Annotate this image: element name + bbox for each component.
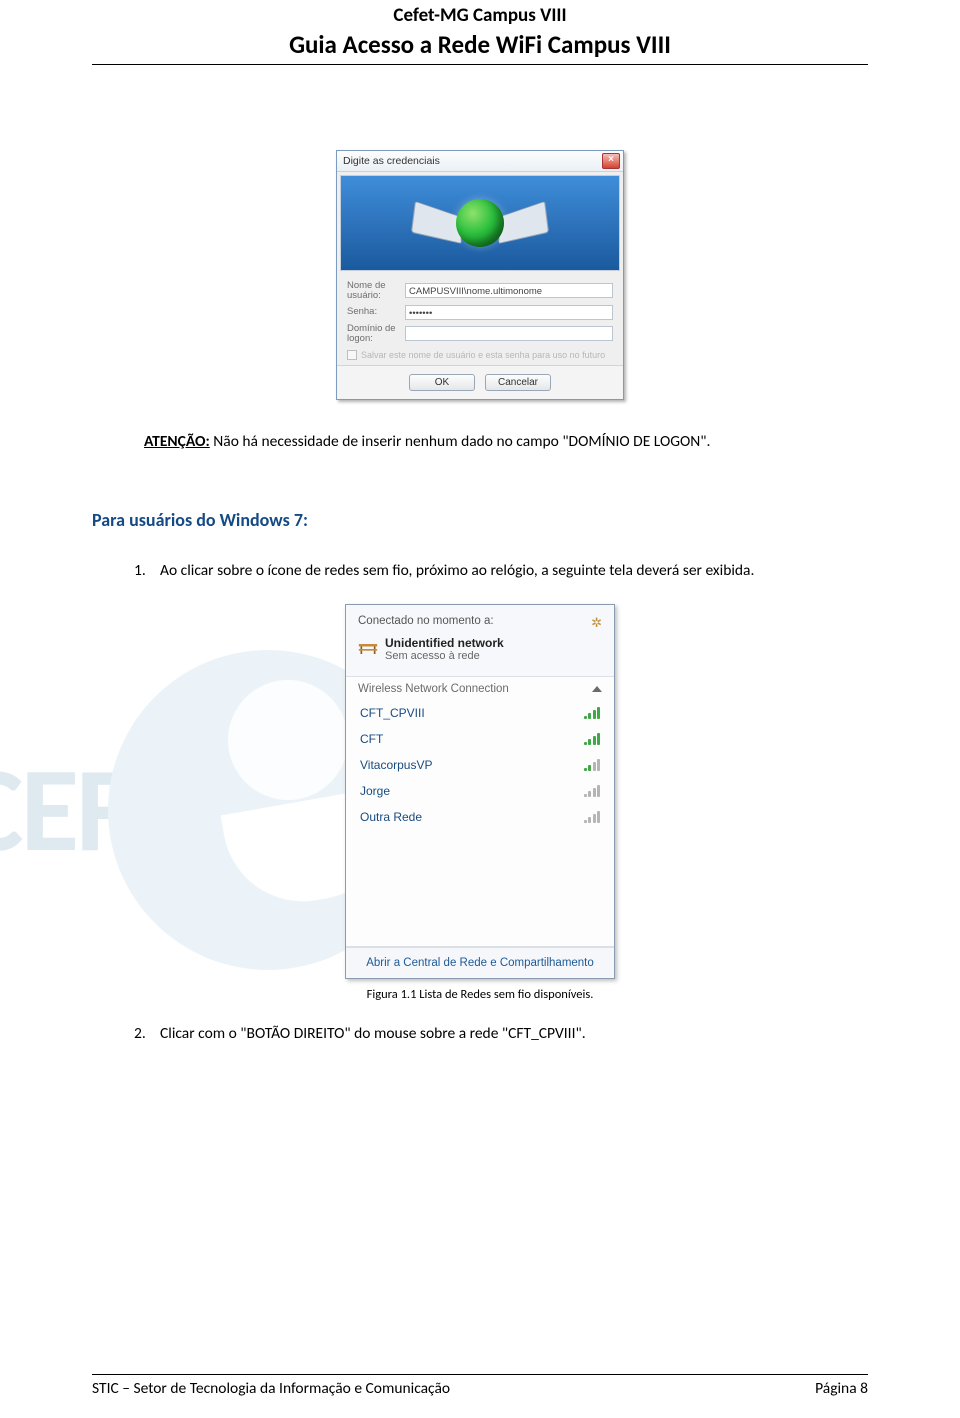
header-rule — [92, 64, 868, 65]
dialog-title: Digite as credenciais — [343, 155, 440, 167]
domain-label: Domínio de logon: — [347, 324, 399, 344]
globe-icon — [456, 199, 504, 247]
flyout-region-label: Wireless Network Connection — [358, 683, 509, 695]
username-label: Nome de usuário: — [347, 281, 399, 301]
wifi-item-label: CFT_CPVIII — [360, 706, 425, 720]
wifi-item-outra[interactable]: Outra Rede — [358, 804, 602, 830]
wifi-item-cft-cpv8[interactable]: CFT_CPVIII — [358, 700, 602, 726]
signal-icon — [584, 707, 601, 719]
document-footer: STIC – Setor de Tecnologia da Informação… — [92, 1372, 868, 1398]
wifi-item-vitacorpus[interactable]: VitacorpusVP — [358, 752, 602, 778]
close-icon[interactable]: × — [602, 153, 620, 169]
dialog-graphic — [340, 175, 620, 271]
flyout-network-sub: Sem acesso à rede — [385, 650, 504, 662]
section-title-win7: Para usuários do Windows 7: — [92, 509, 868, 531]
signal-icon — [584, 785, 601, 797]
save-credentials-checkbox-row: Salvar este nome de usuário e esta senha… — [347, 350, 613, 360]
wifi-item-cft[interactable]: CFT — [358, 726, 602, 752]
domain-input[interactable] — [405, 326, 613, 341]
signal-icon — [584, 759, 601, 771]
signal-icon — [584, 811, 601, 823]
step-number: 2. — [134, 1024, 148, 1043]
save-credentials-checkbox[interactable] — [347, 350, 357, 360]
step-text: Clicar com o "BOTÃO DIREITO" do mouse so… — [160, 1024, 586, 1043]
footer-left: STIC – Setor de Tecnologia da Informação… — [92, 1379, 450, 1398]
step-2: 2. Clicar com o "BOTÃO DIREITO" do mouse… — [134, 1024, 868, 1043]
attention-label: ATENÇÃO: — [144, 432, 210, 451]
dialog-titlebar: Digite as credenciais × — [337, 151, 623, 172]
password-input[interactable]: ••••••• — [405, 305, 613, 320]
save-credentials-label: Salvar este nome de usuário e esta senha… — [361, 350, 605, 360]
flyout-connected-label: Conectado no momento a: — [358, 615, 494, 627]
wifi-item-jorge[interactable]: Jorge — [358, 778, 602, 804]
bench-icon — [358, 642, 378, 656]
step-number: 1. — [134, 561, 148, 580]
document-header: Cefet-MG Campus VIII Guia Acesso a Rede … — [92, 0, 868, 65]
flyout-network-name: Unidentified network — [385, 636, 504, 650]
flyout-footer-link[interactable]: Abrir a Central de Rede e Compartilhamen… — [346, 947, 614, 978]
wifi-item-label: CFT — [360, 732, 383, 746]
wifi-flyout: Conectado no momento a: ✲ Unidentified n… — [345, 604, 615, 979]
footer-rule — [92, 1374, 868, 1375]
signal-icon — [584, 733, 601, 745]
laptop-icon — [411, 201, 462, 244]
password-label: Senha: — [347, 307, 399, 317]
header-line2: Guia Acesso a Rede WiFi Campus VIII — [92, 29, 868, 60]
refresh-icon[interactable]: ✲ — [591, 615, 602, 631]
wifi-item-label: VitacorpusVP — [360, 758, 433, 772]
credentials-dialog: Digite as credenciais × Nome de usuário:… — [336, 150, 624, 400]
wifi-item-label: Jorge — [360, 784, 390, 798]
laptop-icon — [498, 201, 549, 244]
step-1: 1. Ao clicar sobre o ícone de redes sem … — [134, 561, 868, 580]
username-input[interactable]: CAMPUSVIII\nome.ultimonome — [405, 283, 613, 298]
attention-paragraph: ATENÇÃO: Não há necessidade de inserir n… — [144, 432, 868, 451]
figure-caption: Figura 1.1 Lista de Redes sem fio dispon… — [92, 987, 868, 1002]
header-line1: Cefet-MG Campus VIII — [92, 4, 868, 27]
step-text: Ao clicar sobre o ícone de redes sem fio… — [160, 561, 754, 580]
ok-button[interactable]: OK — [409, 374, 475, 391]
footer-right: Página 8 — [815, 1379, 868, 1398]
chevron-up-icon[interactable] — [592, 686, 602, 692]
cancel-button[interactable]: Cancelar — [485, 374, 551, 391]
attention-text: Não há necessidade de inserir nenhum dad… — [210, 432, 711, 451]
wifi-item-label: Outra Rede — [360, 810, 422, 824]
